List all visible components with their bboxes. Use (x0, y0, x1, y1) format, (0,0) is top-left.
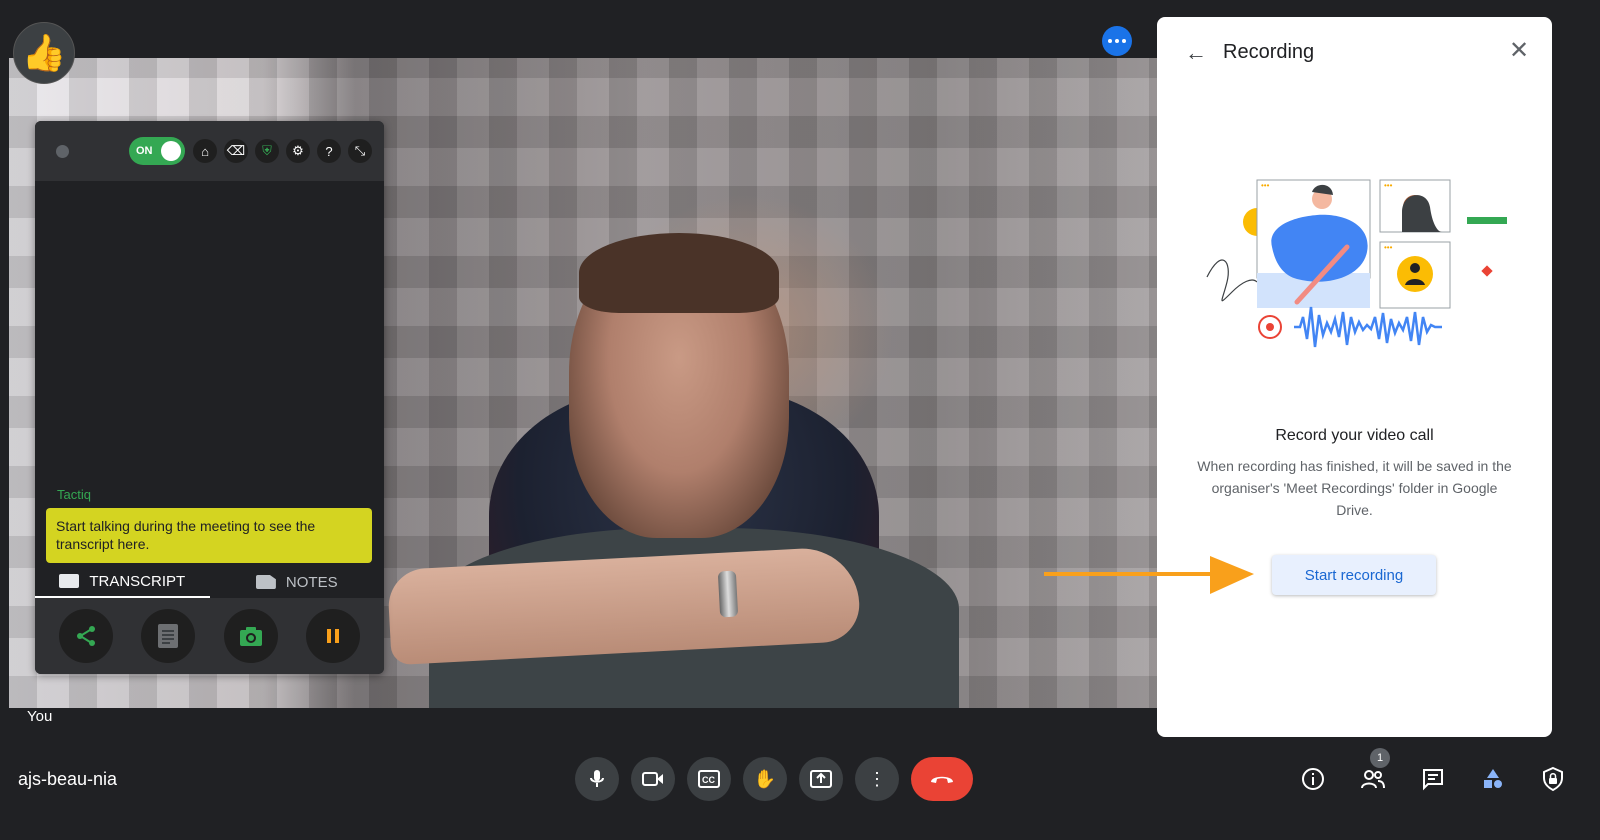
tactiq-tabs: TRANSCRIPT NOTES (35, 566, 384, 598)
panel-title: Recording (1223, 41, 1315, 63)
pause-icon[interactable] (305, 609, 360, 663)
microphone-icon[interactable] (575, 757, 619, 801)
help-icon[interactable]: ? (317, 139, 341, 163)
end-call-icon[interactable] (911, 757, 973, 801)
more-options-icon[interactable] (1102, 26, 1132, 56)
status-dot-icon (56, 144, 69, 158)
tab-transcript[interactable]: TRANSCRIPT (35, 566, 210, 598)
svg-text:CC: CC (702, 775, 715, 785)
side-controls: 1 (1296, 748, 1570, 796)
thumbs-up-emoji: 👍 (21, 32, 67, 73)
people-icon[interactable]: 1 (1356, 748, 1390, 796)
tactiq-actions (35, 598, 384, 674)
eraser-icon[interactable]: ⌫ (224, 139, 248, 163)
participant-label: You (27, 708, 53, 725)
meet-window: 👍 ON ⌂ ⌫ ⛨ ⚙ ? ⤡ Tactiq Start talking du… (0, 0, 1600, 840)
people-count-badge: 1 (1370, 748, 1390, 768)
home-icon[interactable]: ⌂ (193, 139, 217, 163)
close-icon[interactable]: ✕ (1509, 39, 1533, 63)
more-options-vertical-icon[interactable]: ⋮ (855, 757, 899, 801)
gear-icon[interactable]: ⚙ (286, 139, 310, 163)
meeting-code: ajs-beau-nia (18, 769, 118, 789)
svg-text:•••: ••• (1261, 181, 1270, 190)
document-icon[interactable] (141, 609, 196, 663)
tactiq-toggle[interactable]: ON (129, 137, 185, 165)
camera-icon[interactable] (223, 609, 278, 663)
start-recording-button[interactable]: Start recording (1272, 555, 1436, 595)
activities-icon[interactable] (1476, 762, 1510, 796)
tactiq-panel: ON ⌂ ⌫ ⛨ ⚙ ? ⤡ Tactiq Start talking duri… (35, 121, 384, 674)
tactiq-toolbar: ON ⌂ ⌫ ⛨ ⚙ ? ⤡ (35, 121, 384, 181)
raise-hand-icon[interactable]: ✋ (743, 757, 787, 801)
captions-icon[interactable]: CC (687, 757, 731, 801)
tab-label: NOTES (285, 573, 338, 591)
info-icon[interactable] (1296, 762, 1330, 796)
recording-panel: ← Recording ✕ ••• ••• ••• Record your vi… (1157, 17, 1552, 737)
camera-toggle-icon[interactable] (631, 757, 675, 801)
tactiq-brand: Tactiq (57, 487, 91, 502)
minimize-icon[interactable]: ⤡ (348, 139, 372, 163)
note-icon (255, 575, 276, 589)
svg-text:•••: ••• (1384, 243, 1393, 252)
toggle-label: ON (136, 145, 153, 157)
tab-label: TRANSCRIPT (89, 572, 186, 590)
back-arrow-icon[interactable]: ← (1185, 41, 1209, 65)
chat-icon[interactable] (1416, 762, 1450, 796)
host-controls-icon[interactable] (1536, 762, 1570, 796)
panel-heading: Record your video call (1275, 427, 1434, 444)
call-controls: CC ✋ ⋮ (575, 757, 973, 801)
orange-arrow-icon (1044, 556, 1254, 594)
present-screen-icon[interactable] (799, 757, 843, 801)
transcript-hint: Start talking during the meeting to see … (46, 508, 372, 563)
panel-description: When recording has finished, it will be … (1197, 458, 1512, 518)
transcript-area (35, 181, 384, 491)
share-icon[interactable] (59, 609, 114, 663)
svg-text:•••: ••• (1384, 181, 1393, 190)
recording-illustration: ••• ••• ••• (1197, 167, 1517, 367)
finger-ring (717, 570, 739, 618)
recording-illustration-svg: ••• ••• ••• (1206, 179, 1507, 348)
shield-icon[interactable]: ⛨ (255, 139, 279, 163)
subtitles-icon (59, 574, 80, 588)
thumbs-up-reaction-icon[interactable]: 👍 (13, 22, 75, 84)
tab-notes[interactable]: NOTES (210, 566, 385, 598)
person-hair (579, 233, 779, 313)
